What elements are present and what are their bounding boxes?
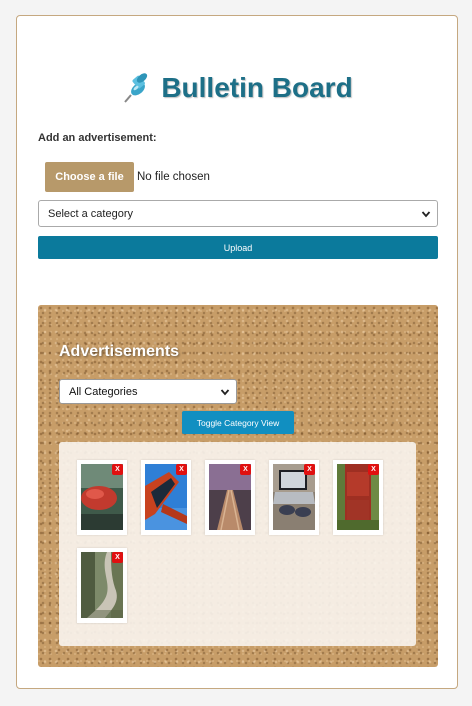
page-header: Bulletin Board bbox=[17, 71, 457, 105]
category-select-value: Select a category bbox=[48, 207, 133, 220]
delete-ad-button[interactable]: X bbox=[304, 464, 315, 475]
ad-card[interactable]: X bbox=[77, 460, 127, 535]
upload-button[interactable]: Upload bbox=[38, 236, 438, 259]
ad-card[interactable]: X bbox=[77, 548, 127, 623]
ad-card[interactable]: X bbox=[269, 460, 319, 535]
main-card: Bulletin Board Add an advertisement: Cho… bbox=[16, 15, 458, 689]
ad-card[interactable]: X bbox=[333, 460, 383, 535]
add-ad-label: Add an advertisement: bbox=[38, 132, 157, 144]
chevron-down-icon bbox=[421, 210, 431, 217]
toggle-category-view-button[interactable]: Toggle Category View bbox=[182, 411, 294, 434]
category-filter-value: All Categories bbox=[69, 385, 138, 398]
chevron-down-icon bbox=[220, 388, 230, 395]
delete-ad-button[interactable]: X bbox=[176, 464, 187, 475]
ads-panel: X X X X X X bbox=[59, 442, 416, 646]
file-status: No file chosen bbox=[137, 171, 210, 183]
board-title: Advertisements bbox=[59, 343, 180, 360]
choose-file-button[interactable]: Choose a file bbox=[45, 162, 134, 192]
delete-ad-button[interactable]: X bbox=[240, 464, 251, 475]
delete-ad-button[interactable]: X bbox=[112, 552, 123, 563]
delete-ad-button[interactable]: X bbox=[112, 464, 123, 475]
file-picker: Choose a file No file chosen bbox=[45, 162, 210, 192]
ad-card[interactable]: X bbox=[205, 460, 255, 535]
corkboard: Advertisements All Categories Toggle Cat… bbox=[38, 305, 438, 667]
ad-card[interactable]: X bbox=[141, 460, 191, 535]
delete-ad-button[interactable]: X bbox=[368, 464, 379, 475]
category-select[interactable]: Select a category bbox=[38, 200, 438, 227]
pushpin-icon bbox=[124, 73, 148, 103]
category-filter-select[interactable]: All Categories bbox=[59, 379, 237, 404]
page-title: Bulletin Board bbox=[161, 72, 353, 103]
